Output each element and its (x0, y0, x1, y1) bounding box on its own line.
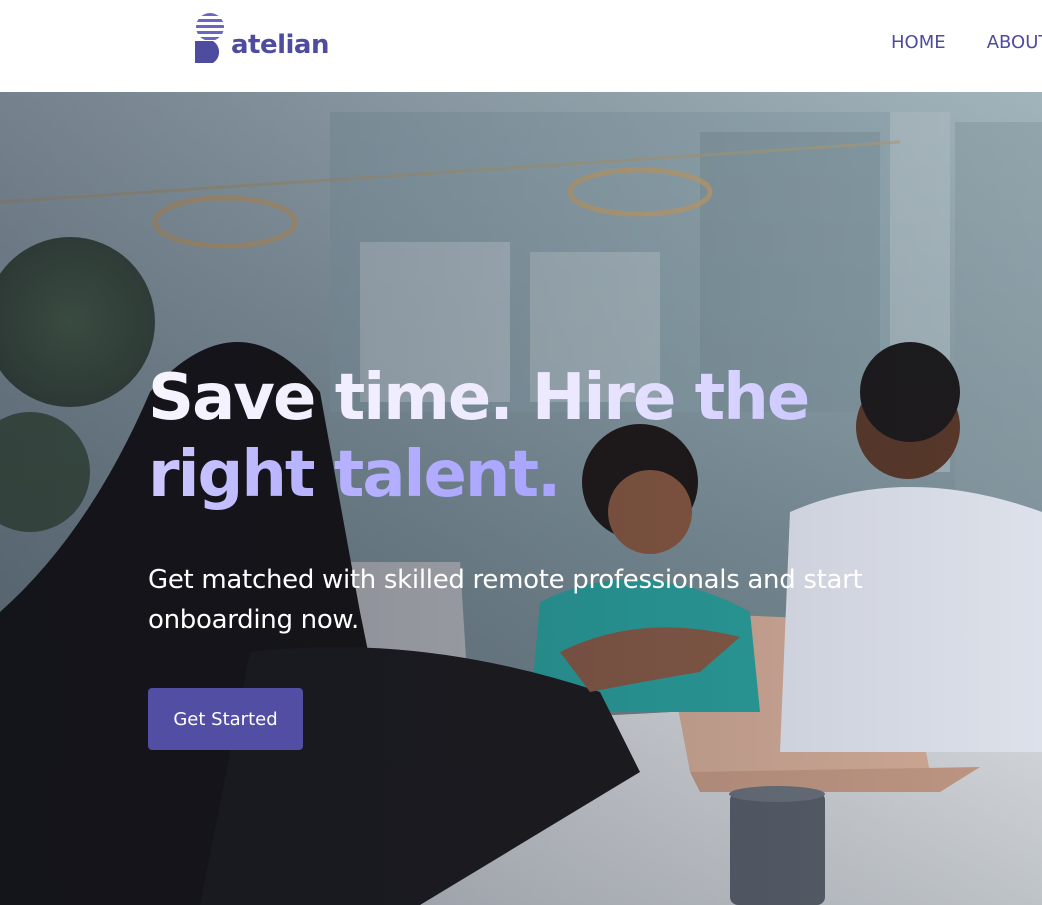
hero-section: Save time. Hire the right talent. Get ma… (0, 92, 1042, 905)
nav-link-about[interactable]: ABOUT (987, 32, 1042, 54)
get-started-button[interactable]: Get Started (148, 688, 303, 750)
logo-mark-icon (195, 13, 224, 63)
main-nav: HOME ABOUT (891, 32, 1042, 54)
hero-subheadline: Get matched with skilled remote professi… (148, 565, 863, 635)
nav-link-home[interactable]: HOME (891, 32, 946, 54)
hero-headline-text: Save time. Hire the right talent. (148, 361, 810, 512)
brand-name: atelian (231, 30, 330, 60)
site-header: atelian HOME ABOUT (0, 0, 1042, 92)
hero-headline: Save time. Hire the right talent. (148, 360, 908, 514)
